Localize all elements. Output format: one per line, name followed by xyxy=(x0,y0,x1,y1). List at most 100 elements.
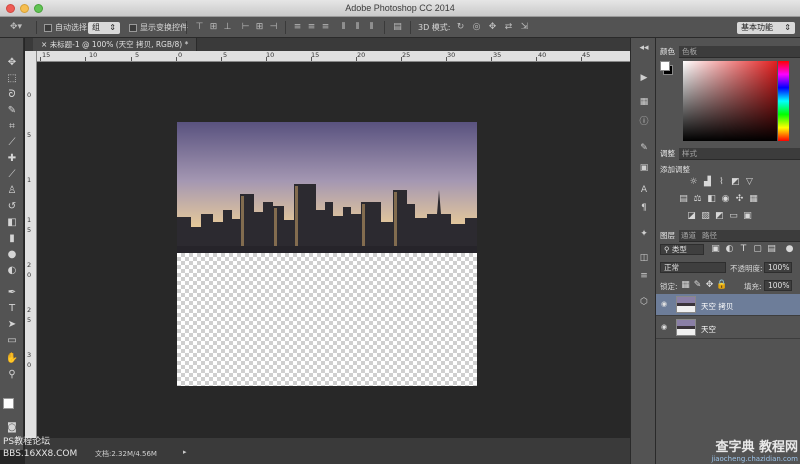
scale-3d-icon[interactable]: ⇲ xyxy=(519,22,530,33)
fill-input[interactable]: 100% xyxy=(764,280,792,291)
3d-panel-icon[interactable]: ⬡ xyxy=(637,296,651,308)
filter-shape-icon[interactable]: ▢ xyxy=(752,244,763,254)
black-white-icon[interactable]: ◧ xyxy=(706,194,717,204)
foreground-color-swatch[interactable] xyxy=(3,398,14,409)
stamp-icon[interactable]: ♙ xyxy=(4,184,20,198)
distribute-hcenter-icon[interactable]: ⦀ xyxy=(352,22,363,33)
levels-icon[interactable]: ▟ xyxy=(702,177,713,187)
eraser-icon[interactable]: ◧ xyxy=(4,216,20,230)
status-menu-arrow-icon[interactable]: ▸ xyxy=(183,448,187,456)
path-select-icon[interactable]: ➤ xyxy=(4,318,20,332)
show-transform-option[interactable]: 显示变换控件 xyxy=(129,17,188,38)
layer-row[interactable]: ◉ 天空 拷贝 xyxy=(656,294,800,316)
align-hcenter-icon[interactable]: ⊞ xyxy=(254,22,265,33)
filter-toggle-icon[interactable]: ● xyxy=(784,244,795,254)
type-icon[interactable]: T xyxy=(4,302,20,316)
distribute-vcenter-icon[interactable]: ≡ xyxy=(306,22,317,33)
filter-pixel-icon[interactable]: ▣ xyxy=(710,244,721,254)
move-tool-preset-icon[interactable]: ✥▾ xyxy=(6,22,26,33)
show-transform-checkbox[interactable] xyxy=(129,23,137,32)
layer-filter-dropdown[interactable]: ⚲ 类型 xyxy=(660,244,704,255)
healing-icon[interactable]: ✚ xyxy=(4,152,20,166)
align-top-icon[interactable]: ⊤ xyxy=(194,22,205,33)
color-lookup-icon[interactable]: ▦ xyxy=(748,194,759,204)
quick-select-icon[interactable]: ✎ xyxy=(4,104,20,118)
paragraph-panel-icon[interactable]: ¶ xyxy=(637,202,651,214)
pen-icon[interactable]: ✒ xyxy=(4,286,20,300)
crop-icon[interactable]: ⌗ xyxy=(4,120,20,134)
color-balance-icon[interactable]: ⚖ xyxy=(692,194,703,204)
measurement-icon[interactable]: ◫ xyxy=(637,252,651,264)
opacity-input[interactable]: 100% xyxy=(764,262,792,273)
blur-icon[interactable]: ● xyxy=(4,248,20,262)
tab-swatches[interactable]: 色板 xyxy=(678,46,701,58)
align-right-icon[interactable]: ⊣ xyxy=(268,22,279,33)
distribute-right-icon[interactable]: ⦀ xyxy=(366,22,377,33)
document-tab[interactable]: × 未标题-1 @ 100% (天空 拷贝, RGB/8) * xyxy=(33,38,198,51)
properties-panel-icon[interactable]: ⓘ xyxy=(637,116,651,128)
hue-saturation-icon[interactable]: ▤ xyxy=(678,194,689,204)
dodge-icon[interactable]: ◐ xyxy=(4,264,20,278)
visibility-eye-icon[interactable]: ◉ xyxy=(661,300,669,308)
timeline-icon[interactable]: ≡ xyxy=(637,270,651,282)
vibrance-icon[interactable]: ▽ xyxy=(744,177,755,187)
auto-align-icon[interactable]: ▤ xyxy=(392,22,403,33)
auto-select-dropdown[interactable]: 组 ⇕ xyxy=(88,17,120,38)
lock-transparent-icon[interactable]: ▦ xyxy=(680,280,691,290)
drag-3d-icon[interactable]: ✥ xyxy=(487,22,498,33)
canvas-area[interactable] xyxy=(38,62,630,438)
gradient-icon[interactable]: ▮ xyxy=(4,232,20,246)
history-panel-icon[interactable]: ▶ xyxy=(637,72,651,84)
brightness-icon[interactable]: ☼ xyxy=(688,177,699,187)
slide-3d-icon[interactable]: ⇄ xyxy=(503,22,514,33)
lock-position-icon[interactable]: ✥ xyxy=(704,280,715,290)
filter-smart-object-icon[interactable]: ▤ xyxy=(766,244,777,254)
auto-select-option[interactable]: 自动选择: xyxy=(44,17,90,38)
blend-mode-dropdown[interactable]: 正常 xyxy=(660,262,726,273)
tab-color[interactable]: 颜色 xyxy=(656,46,679,58)
distribute-bottom-icon[interactable]: ≡ xyxy=(320,22,331,33)
tab-layers[interactable]: 图层 xyxy=(656,230,679,242)
eyedropper-icon[interactable]: ⟋ xyxy=(4,136,20,150)
document-canvas[interactable] xyxy=(177,122,477,386)
hue-slider[interactable] xyxy=(778,61,789,141)
brush-preset-icon[interactable]: ✎ xyxy=(637,142,651,154)
tab-styles[interactable]: 样式 xyxy=(678,148,701,160)
lasso-icon[interactable]: ᘐ xyxy=(4,88,20,102)
character-panel-icon[interactable]: A xyxy=(637,184,651,196)
filter-type-icon[interactable]: T xyxy=(738,244,749,254)
history-brush-icon[interactable]: ↺ xyxy=(4,200,20,214)
roll-3d-icon[interactable]: ◎ xyxy=(471,22,482,33)
tool-presets-icon[interactable]: ✦ xyxy=(637,228,651,240)
posterize-icon[interactable]: ▨ xyxy=(700,211,711,221)
lock-all-icon[interactable]: 🔒 xyxy=(716,280,727,290)
gradient-map-icon[interactable]: ▭ xyxy=(728,211,739,221)
visibility-eye-icon[interactable]: ◉ xyxy=(661,323,669,331)
layer-row[interactable]: ◉ 天空 xyxy=(656,317,800,339)
marquee-icon[interactable]: ⬚ xyxy=(4,72,20,86)
curves-icon[interactable]: ⌇ xyxy=(716,177,727,187)
threshold-icon[interactable]: ◩ xyxy=(714,211,725,221)
photo-filter-icon[interactable]: ◉ xyxy=(720,194,731,204)
brush-icon[interactable]: ⟋ xyxy=(4,168,20,182)
rectangle-icon[interactable]: ▭ xyxy=(4,334,20,348)
color-picker-field[interactable] xyxy=(683,61,777,141)
tab-adjustments[interactable]: 调整 xyxy=(656,148,679,160)
foreground-color-chip[interactable] xyxy=(660,61,670,71)
align-left-icon[interactable]: ⊢ xyxy=(240,22,251,33)
move-icon[interactable]: ✥ xyxy=(4,56,20,70)
hand-icon[interactable]: ✋ xyxy=(4,352,20,366)
workspace-dropdown[interactable]: 基本功能 ⇕ xyxy=(737,17,795,38)
lock-image-icon[interactable]: ✎ xyxy=(692,280,703,290)
align-vcenter-icon[interactable]: ⊞ xyxy=(208,22,219,33)
close-tab-icon[interactable]: × xyxy=(41,40,47,49)
zoom-icon[interactable]: ⚲ xyxy=(4,368,20,382)
distribute-left-icon[interactable]: ⦀ xyxy=(338,22,349,33)
quick-mask-icon[interactable]: ◙ xyxy=(4,421,20,435)
distribute-top-icon[interactable]: ≡ xyxy=(292,22,303,33)
invert-icon[interactable]: ◪ xyxy=(686,211,697,221)
auto-select-checkbox[interactable] xyxy=(44,23,52,32)
collapse-panels-icon[interactable]: ◂◂ xyxy=(637,42,651,54)
filter-adjustment-icon[interactable]: ◐ xyxy=(724,244,735,254)
tab-channels[interactable]: 通道 xyxy=(677,230,700,242)
